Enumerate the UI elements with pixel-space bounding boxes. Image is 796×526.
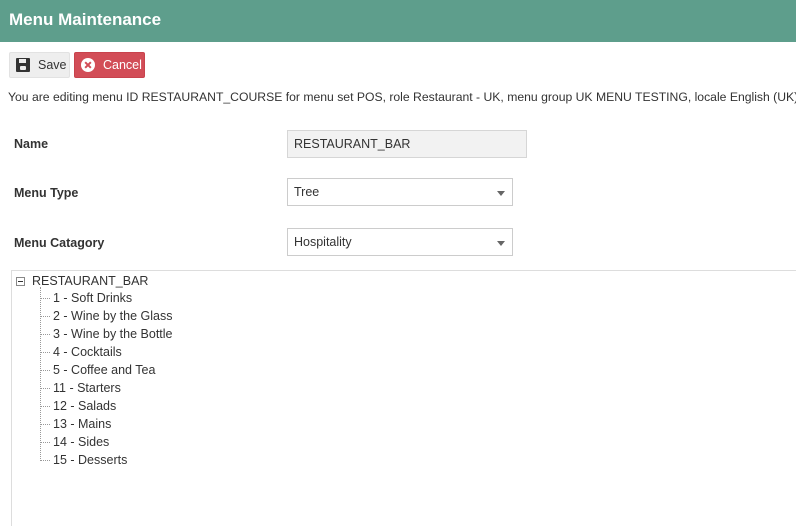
collapse-minus-icon[interactable] [16, 276, 25, 286]
tree-item-label: 5 - Coffee and Tea [53, 363, 156, 377]
tree-item[interactable]: 2 - Wine by the Glass [40, 307, 173, 325]
x-circle-icon [81, 58, 95, 72]
tree-item-label: 4 - Cocktails [53, 345, 122, 359]
tree-item[interactable]: 14 - Sides [40, 433, 109, 451]
menu-category-label: Menu Catagory [14, 236, 105, 250]
tree-root-label: RESTAURANT_BAR [32, 274, 149, 288]
tree-item-label: 1 - Soft Drinks [53, 291, 133, 305]
tree-item[interactable]: 12 - Salads [40, 397, 116, 415]
tree-item[interactable]: 3 - Wine by the Bottle [40, 325, 173, 343]
tree-item-label: 3 - Wine by the Bottle [53, 327, 173, 341]
menu-type-value: Tree [294, 185, 320, 199]
cancel-button[interactable]: Cancel [74, 52, 145, 78]
tree-item[interactable]: 1 - Soft Drinks [40, 289, 132, 307]
tree-item-label: 2 - Wine by the Glass [53, 309, 173, 323]
save-button[interactable]: Save [9, 52, 70, 78]
save-button-label: Save [38, 58, 67, 72]
menu-type-select[interactable]: Tree [287, 178, 513, 206]
tree-item-label: 11 - Starters [53, 381, 121, 395]
menu-type-label: Menu Type [14, 186, 79, 200]
menu-category-select[interactable]: Hospitality [287, 228, 513, 256]
tree-item-label: 13 - Mains [53, 417, 112, 431]
tree-item-label: 15 - Desserts [53, 453, 128, 467]
tree-item[interactable]: 13 - Mains [40, 415, 111, 433]
tree-root-node[interactable]: RESTAURANT_BAR [16, 273, 148, 289]
name-field[interactable]: RESTAURANT_BAR [287, 130, 527, 158]
cancel-button-label: Cancel [103, 58, 142, 72]
tree-item-label: 12 - Salads [53, 399, 117, 413]
chevron-down-icon [497, 241, 505, 246]
menu-category-value: Hospitality [294, 235, 352, 249]
tree-item-label: 14 - Sides [53, 435, 110, 449]
tree-item[interactable]: 11 - Starters [40, 379, 121, 397]
tree-item[interactable]: 5 - Coffee and Tea [40, 361, 155, 379]
editing-info-text: You are editing menu ID RESTAURANT_COURS… [8, 90, 796, 104]
tree-item[interactable]: 4 - Cocktails [40, 343, 122, 361]
floppy-disk-icon [16, 58, 30, 72]
chevron-down-icon [497, 191, 505, 196]
page-title: Menu Maintenance [0, 0, 796, 42]
tree-item[interactable]: 15 - Desserts [40, 451, 127, 469]
name-label: Name [14, 137, 49, 151]
